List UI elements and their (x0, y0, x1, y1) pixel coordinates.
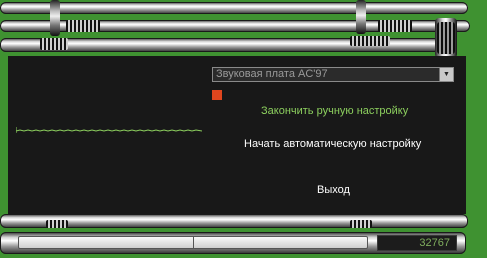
pipe-grip-1[interactable] (66, 20, 100, 32)
pipe-grip-4[interactable] (350, 36, 390, 46)
bottom-grip-right[interactable] (350, 220, 372, 228)
chevron-down-icon[interactable]: ▼ (439, 68, 453, 81)
start-auto-button[interactable]: Начать автоматическую настройку (244, 138, 421, 150)
pipe-grip-2[interactable] (378, 20, 412, 32)
bottom-grip-left[interactable] (46, 220, 68, 228)
pipe-grip-3[interactable] (40, 38, 68, 50)
finish-manual-button[interactable]: Закончить ручную настройку (261, 105, 408, 117)
bottom-pipe-1 (0, 214, 468, 228)
slider-thumb[interactable] (193, 237, 194, 248)
device-select[interactable]: Звуковая плата AC'97 ▼ (212, 67, 454, 82)
top-pipe-1 (0, 2, 468, 14)
knob-ribs-icon (437, 22, 455, 54)
value-counter: 32767 (377, 235, 457, 251)
position-slider[interactable] (18, 236, 368, 249)
app-window: Звуковая плата AC'97 ▼ Закончить ручную … (0, 0, 487, 258)
signal-waveform (16, 127, 202, 133)
device-select-value: Звуковая плата AC'97 (216, 68, 328, 80)
exit-button[interactable]: Выход (317, 184, 350, 196)
pipe-cap-right-1 (356, 0, 366, 34)
status-indicator (212, 90, 222, 100)
pipe-cap-left-1 (50, 0, 60, 36)
